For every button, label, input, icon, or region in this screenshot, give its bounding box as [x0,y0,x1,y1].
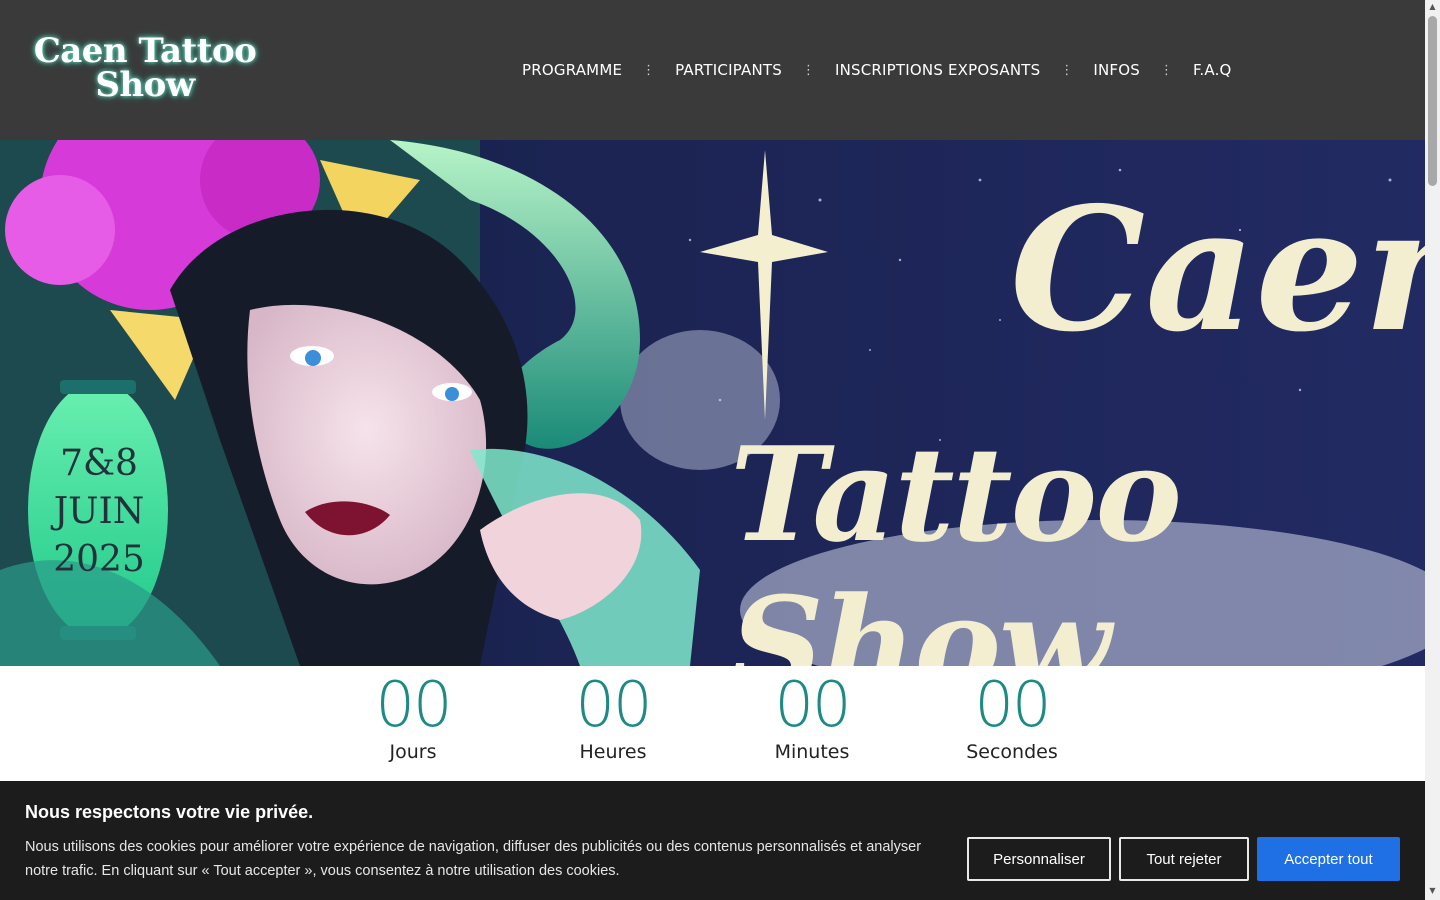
hero-title-line-1: Caen [1010,170,1425,370]
nav-item-participants[interactable]: PARTICIPANTS [663,61,794,79]
countdown-days-label: Jours [389,741,437,763]
countdown-minutes: 00 Minutes [732,668,892,762]
event-date-day: 7&8 [60,443,138,484]
countdown-seconds-label: Secondes [966,741,1058,763]
nav-item-infos[interactable]: INFOS [1081,61,1152,79]
countdown-days: 00 Jours [333,668,493,762]
site-header: Caen Tattoo Show PROGRAMME ⋮ PARTICIPANT… [0,0,1425,140]
site-logo[interactable]: Caen Tattoo Show [30,34,260,102]
main-nav: PROGRAMME ⋮ PARTICIPANTS ⋮ INSCRIPTIONS … [510,58,1244,82]
accept-all-button[interactable]: Accepter tout [1257,837,1400,881]
countdown-minutes-value: 00 [774,668,852,741]
nav-separator: ⋮ [801,62,815,78]
countdown-hours: 00 Heures [533,668,693,762]
event-date-year: 2025 [53,539,145,580]
nav-separator: ⋮ [1060,62,1074,78]
cookie-banner: Nous respectons votre vie privée. Nous u… [0,781,1425,900]
countdown-days-value: 00 [375,668,453,741]
nav-item-programme[interactable]: PROGRAMME [510,61,634,79]
countdown: 00 Jours 00 Heures 00 Minutes 00 Seconde… [0,668,1425,778]
countdown-hours-value: 00 [575,668,653,741]
page: Caen Tattoo Show PROGRAMME ⋮ PARTICIPANT… [0,0,1440,900]
logo-line-2: Show [95,65,195,105]
nav-item-inscriptions-exposants[interactable]: INSCRIPTIONS EXPOSANTS [823,61,1052,79]
countdown-seconds-value: 00 [974,668,1052,741]
hero-banner: 7&8 JUIN 2025 Caen Tattoo Show [0,140,1425,666]
nav-separator: ⋮ [1159,62,1173,78]
nav-separator: ⋮ [642,62,656,78]
event-date-month: JUIN [53,491,145,532]
scroll-up-arrow-icon[interactable]: ▲ [1425,0,1440,14]
logo-line-1: Caen Tattoo [33,31,257,71]
countdown-hours-label: Heures [579,741,647,763]
scrollbar-thumb[interactable] [1428,16,1437,186]
countdown-seconds: 00 Secondes [932,668,1092,762]
page-scrollbar[interactable]: ▲ ▼ [1425,0,1440,900]
hero-title-line-2: Tattoo Show [730,418,1182,667]
nav-item-faq[interactable]: F.A.Q [1181,61,1244,79]
customize-cookies-button[interactable]: Personnaliser [967,837,1111,881]
reject-all-button[interactable]: Tout rejeter [1119,837,1249,881]
scroll-down-arrow-icon[interactable]: ▼ [1425,884,1440,898]
cookie-banner-text: Nous utilisons des cookies pour améliore… [25,839,922,879]
event-date: 7&8 JUIN 2025 [40,440,158,584]
countdown-minutes-label: Minutes [774,741,850,763]
cookie-banner-title: Nous respectons votre vie privée. [25,802,314,822]
